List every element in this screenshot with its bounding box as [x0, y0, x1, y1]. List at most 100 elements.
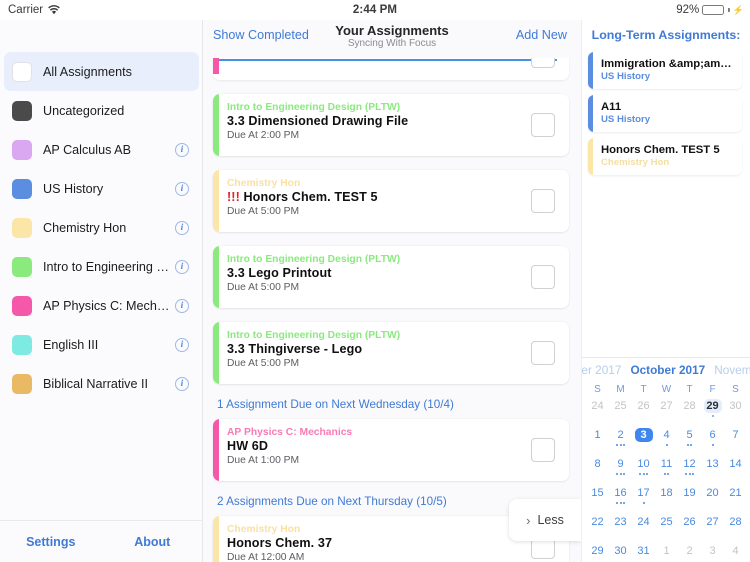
add-new-button[interactable]: Add New: [516, 28, 567, 42]
settings-button[interactable]: Settings: [0, 535, 102, 549]
calendar-day-cell[interactable]: 21: [724, 486, 747, 512]
calendar-day-cell[interactable]: 28: [678, 399, 701, 425]
calendar-day-grid[interactable]: 24 25 26 27 28 29 30 1 2 3 4 5 6 7 8 9 10 11 12 13 14 15 16 17 1…: [582, 399, 750, 562]
calendar-day-number: 1: [594, 429, 601, 441]
info-icon[interactable]: i: [175, 298, 189, 313]
info-icon[interactable]: i: [175, 337, 189, 352]
calendar-day-cell[interactable]: 11: [655, 457, 678, 483]
calendar-day-cell[interactable]: 30: [724, 399, 747, 425]
info-icon[interactable]: i: [175, 259, 189, 274]
sidebar-item-biblical-narrative-ii[interactable]: Biblical Narrative II i: [0, 364, 203, 403]
calendar-next-month[interactable]: Novemb…: [714, 363, 750, 377]
calendar-day-number: 26: [637, 400, 650, 412]
calendar-day-cell[interactable]: 25: [655, 515, 678, 541]
calendar-day-cell[interactable]: 20: [701, 486, 724, 512]
calendar-day-cell[interactable]: 4: [724, 544, 747, 562]
calendar-prev-month[interactable]: …ber 2017: [582, 363, 621, 377]
calendar-day-cell[interactable]: 16: [609, 486, 632, 512]
calendar-day-cell[interactable]: 23: [609, 515, 632, 541]
sidebar-item-english-iii[interactable]: English III i: [0, 325, 203, 364]
long-term-card[interactable]: A11 US History: [588, 95, 742, 132]
assignment-course-label: AP Physics C: Mechanics: [227, 427, 353, 438]
assignment-card[interactable]: Intro to Engineering Design (PLTW) 3.3 Th…: [213, 322, 569, 384]
assignment-card[interactable]: Intro to Engineering Design (PLTW) 3.3 Le…: [213, 246, 569, 308]
assignment-group-heading: 1 Assignment Due on Next Wednesday (10/4…: [217, 398, 454, 411]
calendar-day-cell[interactable]: 14: [724, 457, 747, 483]
calendar-day-cell[interactable]: 15: [586, 486, 609, 512]
calendar-month-strip[interactable]: …ber 2017 October 2017 Novemb…: [582, 358, 750, 382]
assignment-checkbox[interactable]: [531, 113, 555, 137]
sidebar-item-us-history[interactable]: US History i: [0, 169, 203, 208]
assignment-card-body: Chemistry Hon!!! Honors Chem. TEST 5 Due …: [213, 170, 569, 225]
calendar-day-cell[interactable]: 27: [655, 399, 678, 425]
calendar-day-cell[interactable]: 28: [724, 515, 747, 541]
assignment-scroll-list[interactable]: Intro to Engineering Design (PLTW) 3.3 Di…: [203, 58, 581, 562]
calendar-day-cell[interactable]: 18: [655, 486, 678, 512]
sidebar-item-ap-physics-c-mechanics[interactable]: AP Physics C: Mechanics i: [0, 286, 203, 325]
course-color-swatch: [12, 61, 32, 82]
calendar-day-cell[interactable]: 22: [586, 515, 609, 541]
assignment-card-body: Intro to Engineering Design (PLTW) 3.3 Di…: [213, 94, 569, 149]
less-button[interactable]: › Less: [509, 499, 581, 541]
status-bar: Carrier 2:44 PM 92% ⚡: [0, 0, 750, 20]
calendar-day-cell[interactable]: 6: [701, 428, 724, 454]
calendar-day-cell[interactable]: 26: [678, 515, 701, 541]
course-accent-bar: [588, 95, 593, 132]
assignment-checkbox[interactable]: [531, 58, 555, 68]
calendar-day-cell[interactable]: 5: [678, 428, 701, 454]
long-term-card[interactable]: Immigration &amp;amp; Migration…US Histo…: [588, 52, 742, 89]
info-icon[interactable]: i: [175, 181, 189, 196]
long-term-card[interactable]: Honors Chem. TEST 5 Chemistry Hon: [588, 138, 742, 175]
calendar-day-cell[interactable]: 12: [678, 457, 701, 483]
calendar-day-cell[interactable]: 31: [632, 544, 655, 562]
calendar-day-event-dots: [711, 443, 714, 447]
calendar-day-cell[interactable]: 1: [586, 428, 609, 454]
assignment-title: 3.3 Lego Printout: [227, 266, 332, 280]
assignment-checkbox[interactable]: [531, 189, 555, 213]
calendar-day-cell[interactable]: 10: [632, 457, 655, 483]
calendar-day-cell[interactable]: 3: [632, 428, 655, 454]
calendar-day-cell[interactable]: 2: [678, 544, 701, 562]
calendar-day-cell[interactable]: 13: [701, 457, 724, 483]
calendar-day-number: 28: [683, 400, 696, 412]
event-dot: [623, 473, 625, 475]
calendar-day-cell[interactable]: 3: [701, 544, 724, 562]
assignment-card[interactable]: Chemistry Hon!!! Honors Chem. TEST 5 Due …: [213, 170, 569, 232]
calendar-day-cell[interactable]: 26: [632, 399, 655, 425]
calendar-day-cell[interactable]: 7: [724, 428, 747, 454]
calendar-day-cell[interactable]: 4: [655, 428, 678, 454]
assignment-checkbox[interactable]: [531, 341, 555, 365]
about-button[interactable]: About: [102, 535, 204, 549]
calendar-day-number: 14: [729, 458, 742, 470]
calendar-day-cell[interactable]: 2: [609, 428, 632, 454]
lightning-bolt-icon: ⚡: [732, 4, 744, 15]
assignment-checkbox[interactable]: [531, 265, 555, 289]
calendar-day-cell[interactable]: 24: [586, 399, 609, 425]
calendar-day-cell[interactable]: 24: [632, 515, 655, 541]
info-icon[interactable]: i: [175, 220, 189, 235]
calendar-day-cell[interactable]: 25: [609, 399, 632, 425]
assignment-checkbox[interactable]: [531, 438, 555, 462]
calendar-day-cell[interactable]: 29: [701, 399, 724, 425]
calendar-day-cell[interactable]: 9: [609, 457, 632, 483]
calendar-day-cell[interactable]: 29: [586, 544, 609, 562]
sidebar-item-ap-calculus-ab[interactable]: AP Calculus AB i: [0, 130, 203, 169]
assignment-card[interactable]: AP Physics C: Mechanics HW 6D Due At 1:00 …: [213, 419, 569, 481]
event-dot: [665, 444, 668, 446]
calendar-day-cell[interactable]: 1: [655, 544, 678, 562]
calendar-day-cell[interactable]: 19: [678, 486, 701, 512]
sidebar-item-intro-to-engineering-design[interactable]: Intro to Engineering Design…i: [0, 247, 203, 286]
sidebar-item-label: All Assignments: [43, 64, 132, 79]
sidebar-item-chemistry-hon[interactable]: Chemistry Hon i: [0, 208, 203, 247]
calendar-day-cell[interactable]: 8: [586, 457, 609, 483]
sidebar-item-all-assignments[interactable]: All Assignments: [4, 52, 199, 91]
sidebar-item-uncategorized[interactable]: Uncategorized: [0, 91, 203, 130]
calendar-day-cell[interactable]: 27: [701, 515, 724, 541]
calendar-day-cell[interactable]: 30: [609, 544, 632, 562]
partial-assignment-card[interactable]: [213, 58, 569, 80]
info-icon[interactable]: i: [175, 376, 189, 391]
info-icon[interactable]: i: [175, 142, 189, 157]
calendar-day-cell[interactable]: 17: [632, 486, 655, 512]
sidebar-item-label: English III: [43, 337, 99, 352]
assignment-card[interactable]: Intro to Engineering Design (PLTW) 3.3 Di…: [213, 94, 569, 156]
